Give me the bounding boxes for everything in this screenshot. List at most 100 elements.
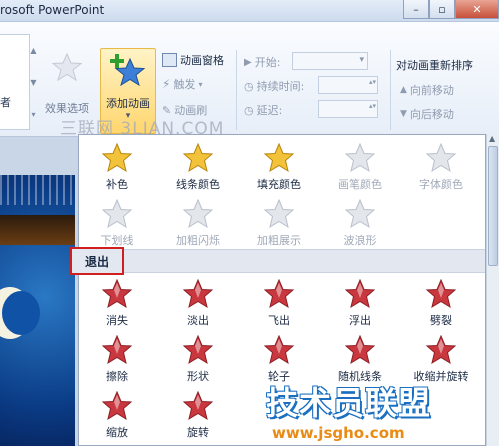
exit-section-header: 退出	[70, 247, 485, 275]
lightning-icon: ⚡	[162, 77, 171, 91]
add-animation-label: 添加动画	[106, 97, 150, 110]
star-split-icon	[426, 279, 456, 309]
animation-pane-icon	[162, 53, 177, 67]
star-wheel-icon	[264, 335, 294, 365]
gallery-item-label: 劈裂	[430, 314, 452, 327]
star-line-color-icon	[183, 143, 213, 173]
gallery-item[interactable]: 线条颜色	[165, 143, 231, 195]
gallery-item[interactable]: 擦除	[84, 335, 150, 387]
gallery-item[interactable]: 缩放	[84, 391, 150, 443]
star-shape-icon	[183, 335, 213, 365]
slide-snow-decoration	[0, 175, 75, 205]
duration-label-row: ◷ 持续时间:	[244, 78, 304, 94]
star-zoom-icon	[102, 391, 132, 421]
animation-pane-button[interactable]: 动画窗格	[162, 52, 224, 68]
gallery-item-label: 形状	[187, 370, 209, 383]
star-wipe-icon	[102, 335, 132, 365]
move-earlier-label: 向前移动	[409, 84, 454, 97]
start-label-row: ▶ 开始:	[244, 54, 280, 70]
gallery-item[interactable]: 下划线	[84, 199, 150, 251]
star-fly-out-icon	[264, 279, 294, 309]
star-brush-color-icon	[345, 143, 375, 173]
delay-spinner[interactable]	[318, 100, 378, 118]
star-complementary-icon	[102, 143, 132, 173]
gallery-item[interactable]: 形状	[165, 335, 231, 387]
slide-preview[interactable]	[0, 175, 75, 446]
star-bold-reveal-icon	[264, 199, 294, 229]
gallery-item[interactable]: 消失	[84, 279, 150, 331]
delay-label: 延迟:	[256, 104, 283, 117]
gallery-item-label: 画笔颜色	[338, 178, 382, 191]
star-font-color-icon	[426, 143, 456, 173]
gallery-item[interactable]: 淡出	[165, 279, 231, 331]
star-fill-color-icon	[264, 143, 294, 173]
gallery-item-label: 字体颜色	[419, 178, 463, 191]
gallery-item[interactable]: 字体颜色	[408, 143, 474, 195]
clock-icon: ◷	[244, 79, 254, 93]
minimize-button[interactable]: –	[403, 0, 429, 19]
down-arrow-icon: ▼	[400, 109, 407, 119]
gallery-item-label: 飞出	[268, 314, 290, 327]
gallery-item-label: 波浪形	[343, 234, 377, 247]
gallery-item-label: 线条颜色	[176, 178, 220, 191]
title-bar: rosoft PowerPoint – ▫ ✕	[0, 0, 499, 22]
duration-spinner[interactable]	[318, 76, 378, 94]
gallery-item-label: 加粗展示	[257, 234, 301, 247]
gallery-item-label: 缩放	[106, 426, 128, 439]
ribbon-separator	[236, 50, 237, 130]
star-bold-flash-icon	[183, 199, 213, 229]
gallery-item[interactable]: 加粗闪烁	[165, 199, 231, 251]
exit-section-label: 退出	[70, 247, 124, 275]
animation-pane-label: 动画窗格	[180, 54, 224, 67]
star-fade-icon	[183, 279, 213, 309]
gallery-item[interactable]: 飞出	[246, 279, 312, 331]
scroll-up-icon[interactable]: ▲	[489, 134, 495, 143]
effect-options-button[interactable]: 效果选项	[38, 52, 96, 116]
start-combo[interactable]	[292, 52, 368, 70]
gallery-scrollbar[interactable]: ▲	[486, 134, 499, 446]
gallery-item[interactable]: 补色	[84, 143, 150, 195]
animation-gallery-strip[interactable]	[0, 34, 30, 130]
watermark-bottom-title: 技术员联盟	[266, 384, 432, 422]
gallery-item-label: 消失	[106, 314, 128, 327]
star-float-out-icon	[345, 279, 375, 309]
gallery-item-label: 擦除	[106, 370, 128, 383]
clock-icon: ◷	[244, 103, 254, 117]
gallery-item[interactable]: 劈裂	[408, 279, 474, 331]
star-icon	[52, 52, 82, 82]
ribbon-separator	[390, 50, 391, 130]
gallery-item[interactable]: 加粗展示	[246, 199, 312, 251]
star-wave-icon	[345, 199, 375, 229]
gallery-item-label: 加粗闪烁	[176, 234, 220, 247]
scrollbar-thumb[interactable]	[488, 146, 498, 266]
move-later-label: 向后移动	[409, 108, 454, 121]
close-button[interactable]: ✕	[455, 0, 499, 19]
slide-band-image	[0, 215, 75, 245]
star-shrink-turn-icon	[426, 335, 456, 365]
watermark-bottom-url: www.jsgho.com	[272, 424, 405, 442]
reorder-title: 对动画重新排序	[396, 59, 473, 72]
star-disappear-icon	[102, 279, 132, 309]
gallery-item[interactable]: 画笔颜色	[327, 143, 393, 195]
star-underline-icon	[102, 199, 132, 229]
star-random-bars-icon	[345, 335, 375, 365]
trigger-button[interactable]: ⚡ 触发 ▾	[162, 76, 202, 92]
gallery-item[interactable]: 浮出	[327, 279, 393, 331]
gallery-item-label: 旋转	[187, 426, 209, 439]
gallery-item-label: 补色	[106, 178, 128, 191]
gallery-item[interactable]: 波浪形	[327, 199, 393, 251]
move-later-button[interactable]: ▼ 向后移动	[400, 106, 454, 122]
restore-button[interactable]: ▫	[429, 0, 455, 19]
star-swivel-icon	[183, 391, 213, 421]
window-controls: – ▫ ✕	[403, 0, 499, 20]
delay-label-row: ◷ 延迟:	[244, 102, 282, 118]
ribbon-left-fragment: 者	[0, 96, 11, 109]
duration-label: 持续时间:	[256, 80, 305, 93]
window-title: rosoft PowerPoint	[0, 3, 105, 17]
gallery-item[interactable]: 旋转	[165, 391, 231, 443]
up-arrow-icon: ▲	[400, 85, 407, 95]
move-earlier-button[interactable]: ▲ 向前移动	[400, 82, 454, 98]
play-icon: ▶	[244, 56, 252, 68]
start-label: 开始:	[254, 56, 281, 69]
gallery-item[interactable]: 填充颜色	[246, 143, 312, 195]
